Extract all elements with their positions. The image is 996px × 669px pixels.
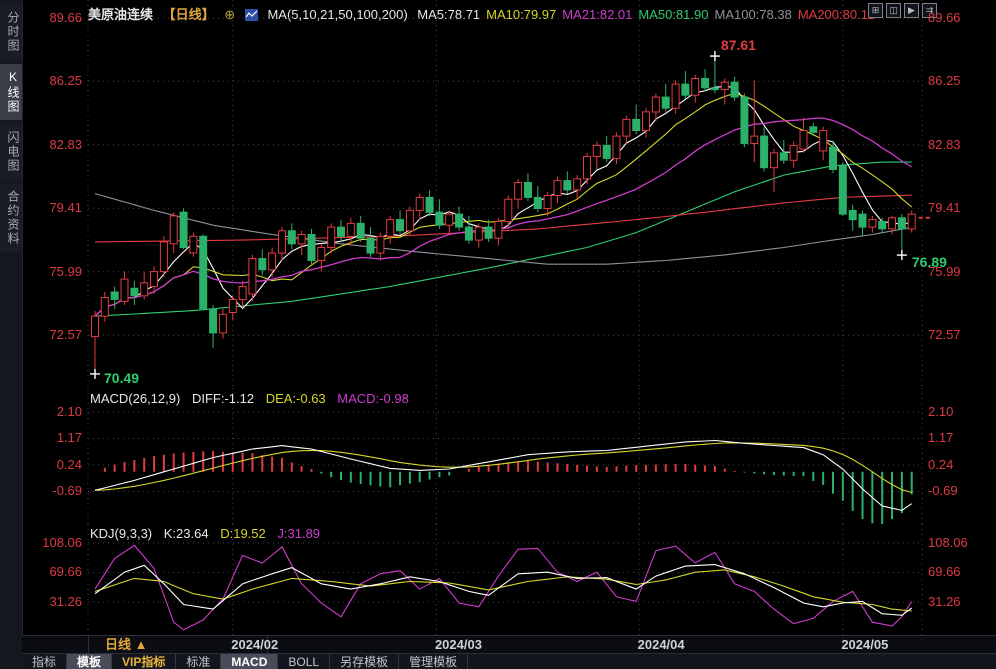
- price-axis-label: 82.83: [49, 136, 82, 152]
- price-axis-label: 69.66: [928, 564, 961, 580]
- bottom-tab-6[interactable]: 另存模板: [330, 654, 400, 669]
- date-axis-label: 2024/03: [434, 637, 482, 652]
- price-axis-label: 89.66: [49, 10, 82, 25]
- price-axis-label: 69.66: [49, 564, 82, 580]
- price-axis-label: 31.26: [49, 593, 82, 609]
- bottom-tab-2[interactable]: VIP指标: [112, 654, 177, 669]
- price-axis-label: -0.69: [52, 483, 82, 499]
- price-axis-label: 31.26: [928, 593, 961, 609]
- price-axis-label: 1.17: [56, 430, 82, 446]
- price-axis-label: -0.69: [928, 483, 958, 499]
- kdj-j-value: J:31.89: [277, 526, 321, 541]
- price-axis-label: 0.24: [56, 456, 82, 472]
- price-axis-label: 86.25: [49, 73, 82, 89]
- price-axis-label: 89.66: [928, 10, 961, 25]
- kdj-params: KDJ(9,3,3): [90, 526, 153, 541]
- price-axis-label: 108.06: [42, 535, 82, 550]
- price-axis-label: 79.41: [928, 200, 961, 216]
- macd-header: MACD(26,12,9) DIFF:-1.12 DEA:-0.63 MACD:…: [90, 391, 417, 406]
- bottom-tab-4[interactable]: MACD: [221, 654, 279, 669]
- price-axis-label: 75.99: [49, 263, 82, 279]
- date-axis-label: 2024/04: [637, 637, 685, 652]
- price-axis-label: 86.25: [928, 73, 961, 89]
- kdj-d-value: D:19.52: [220, 526, 266, 541]
- futures-trading-app: 分时图 K线图 闪电图 合约资料 美原油连续 【日线】 ⊕ MA(5,10,21,50…: [0, 0, 996, 669]
- main-candlestick-chart[interactable]: 87.6170.4976.89: [0, 0, 996, 388]
- bottom-tab-bar: 指标 模板 VIP指标 标准 MACD BOLL 另存模板 管理模板: [22, 653, 996, 669]
- price-axis-label: 0.24: [928, 456, 954, 472]
- macd-macd-value: MACD:-0.98: [337, 391, 409, 406]
- price-axis-label: 72.57: [49, 327, 82, 343]
- macd-dea-value: DEA:-0.63: [265, 391, 326, 406]
- date-axis-label: 2024/05: [841, 637, 889, 652]
- price-axis-label: 79.41: [49, 200, 82, 216]
- bottom-tab-5[interactable]: BOLL: [278, 654, 331, 669]
- date-axis-label: 2024/02: [231, 637, 279, 652]
- macd-params: MACD(26,12,9): [90, 391, 181, 406]
- kdj-header: KDJ(9,3,3) K:23.64 D:19.52 J:31.89: [90, 526, 328, 541]
- price-axis-label: 2.10: [56, 404, 82, 419]
- price-axis-label: 82.83: [928, 136, 961, 152]
- bottom-tab-0[interactable]: 指标: [22, 654, 68, 669]
- macd-diff-value: DIFF:-1.12: [191, 391, 255, 406]
- time-axis-row: 日线 ▲ 2024/02 2024/03 2024/04 2024/05: [22, 635, 996, 655]
- price-axis-label: 1.17: [928, 430, 954, 446]
- svg-text:70.49: 70.49: [104, 370, 139, 386]
- bottom-tab-3[interactable]: 标准: [176, 654, 222, 669]
- svg-text:87.61: 87.61: [721, 37, 756, 53]
- price-axis-label: 108.06: [928, 535, 968, 550]
- macd-indicator-panel[interactable]: [0, 388, 996, 524]
- kdj-k-value: K:23.64: [163, 526, 209, 541]
- bottom-tab-7[interactable]: 管理模板: [399, 654, 469, 669]
- price-axis-label: 75.99: [928, 263, 961, 279]
- price-axis-label: 2.10: [928, 404, 954, 419]
- bottom-tab-1[interactable]: 模板: [67, 654, 113, 669]
- price-axis-label: 72.57: [928, 327, 961, 343]
